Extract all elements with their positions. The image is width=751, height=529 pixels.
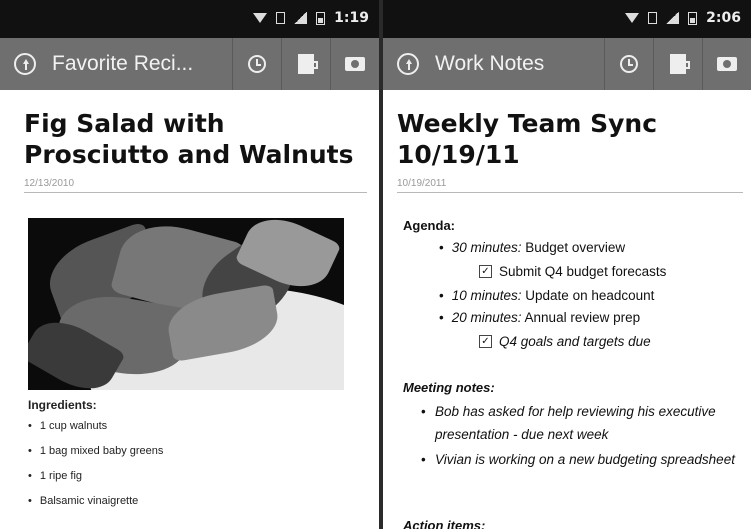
agenda-text: Budget overview	[521, 240, 626, 255]
title-divider	[24, 192, 367, 193]
camera-button[interactable]	[702, 38, 751, 90]
action-bar: Favorite Reci...	[0, 38, 379, 90]
action-bar: Work Notes	[383, 38, 751, 90]
wifi-icon	[253, 13, 268, 23]
meeting-note-item: Bob has asked for help reviewing his exe…	[421, 400, 735, 446]
note-date: 12/13/2010	[24, 178, 75, 189]
agenda-time: 30 minutes:	[451, 240, 522, 255]
sd-card-icon	[648, 12, 658, 24]
camera-button[interactable]	[330, 38, 379, 90]
note-title: Fig Salad with Prosciutto and Walnuts	[24, 109, 354, 169]
battery-icon	[688, 11, 698, 25]
ingredient-item: 1 bag mixed baby greens	[28, 445, 164, 470]
checklist-item: ✓ Q4 goals and targets due	[479, 334, 651, 349]
up-navigation-icon[interactable]	[14, 53, 36, 75]
alarm-clock-icon	[620, 55, 638, 73]
agenda-item: • 30 minutes: Budget overview	[439, 240, 626, 255]
title-divider	[397, 192, 743, 193]
camera-icon	[717, 57, 737, 71]
checkbox[interactable]: ✓	[479, 265, 492, 278]
new-note-button[interactable]	[281, 38, 330, 90]
ingredient-item: 1 cup walnuts	[28, 420, 163, 445]
meeting-note-item: Vivian is working on a new budgeting spr…	[421, 448, 735, 471]
ingredients-heading: Ingredients:	[28, 398, 97, 412]
note-date: 10/19/2011	[397, 178, 447, 189]
new-note-icon	[670, 54, 690, 74]
salad-photo	[28, 218, 344, 390]
reminder-button[interactable]	[232, 38, 281, 90]
up-navigation-icon[interactable]	[397, 53, 419, 75]
status-time: 1:19	[334, 10, 369, 26]
agenda-text: Update on headcount	[521, 288, 655, 303]
battery-icon	[316, 11, 326, 25]
note-content: Weekly Team Sync 10/19/11 10/19/2011 Age…	[383, 90, 751, 529]
ingredient-item: 1 ripe fig	[28, 470, 163, 495]
meeting-notes-heading: Meeting notes:	[403, 380, 495, 395]
agenda-time: 10 minutes:	[451, 288, 522, 303]
notebook-title[interactable]: Favorite Reci...	[52, 52, 232, 76]
note-title: Weekly Team Sync 10/19/11	[397, 109, 658, 169]
status-bar: 1:19	[0, 0, 379, 38]
alarm-clock-icon	[248, 55, 266, 73]
agenda-text: Annual review prep	[521, 310, 641, 325]
agenda-time: 20 minutes:	[451, 310, 522, 325]
action-items-heading: Action items:	[403, 518, 486, 529]
agenda-item: • 10 minutes: Update on headcount	[439, 288, 655, 303]
signal-icon	[666, 12, 680, 24]
signal-icon	[294, 12, 308, 24]
ingredient-item: Balsamic vinaigrette	[28, 495, 163, 520]
reminder-button[interactable]	[604, 38, 653, 90]
checkbox-label: Submit Q4 budget forecasts	[499, 264, 667, 279]
new-note-button[interactable]	[653, 38, 702, 90]
checklist-item: ✓ Submit Q4 budget forecasts	[479, 264, 666, 279]
checkbox[interactable]: ✓	[479, 335, 492, 348]
agenda-item: • 20 minutes: Annual review prep	[439, 310, 641, 325]
new-note-icon	[298, 54, 318, 74]
work-note-screen: 2:06 Work Notes Weekly Team Sync 10/19/1…	[383, 0, 751, 529]
agenda-heading: Agenda:	[403, 218, 455, 233]
sd-card-icon	[276, 12, 286, 24]
note-content: Fig Salad with Prosciutto and Walnuts 12…	[0, 90, 379, 529]
status-bar: 2:06	[383, 0, 751, 38]
status-time: 2:06	[706, 10, 741, 26]
checkbox-label: Q4 goals and targets due	[499, 334, 651, 349]
ingredients-list: 1 cup walnuts 1 bag mixed baby greens 1 …	[28, 420, 164, 520]
recipe-note-screen: 1:19 Favorite Reci... Fig Salad with Pro…	[0, 0, 379, 529]
wifi-icon	[625, 13, 640, 23]
notebook-title[interactable]: Work Notes	[435, 52, 604, 76]
camera-icon	[345, 57, 365, 71]
